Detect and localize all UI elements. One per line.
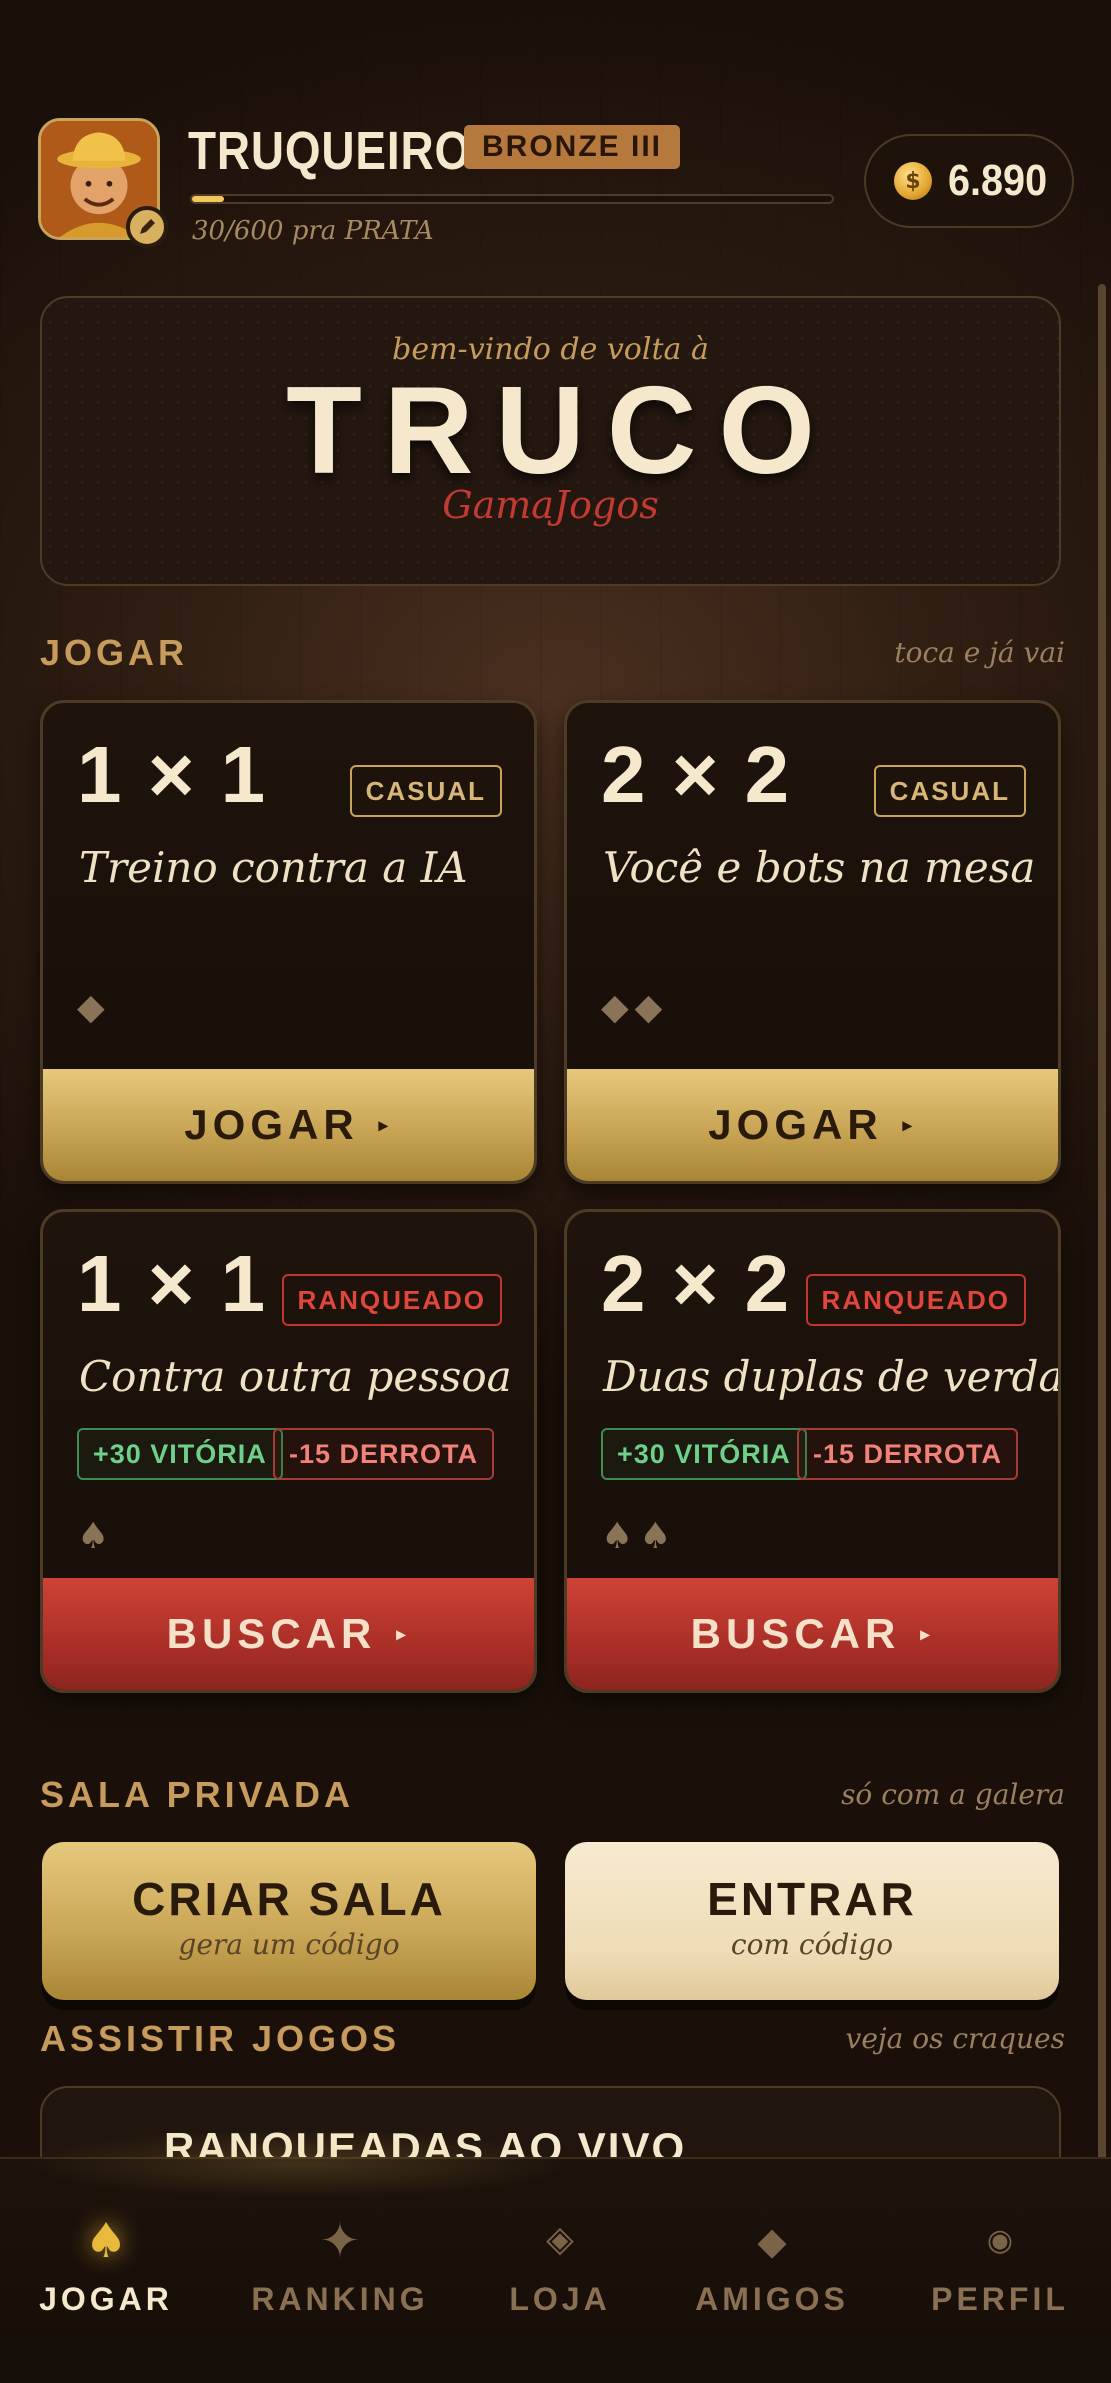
join-room-title: ENTRAR: [707, 1873, 917, 1925]
create-room-title: CRIAR SALA: [132, 1873, 446, 1925]
spade-icon: ♠: [77, 1516, 116, 1557]
loss-points-badge: -15 DERROTA: [273, 1428, 495, 1480]
mode-tag: CASUAL: [873, 765, 1026, 817]
nav-item-amigos[interactable]: ◆ AMIGOS: [672, 2159, 872, 2383]
xp-progress-bar: [190, 194, 834, 204]
diamond-icon: ◆: [757, 2219, 787, 2263]
section-title-play: JOGAR: [40, 632, 189, 673]
mode-card-2v2-casual: 2 × 2 CASUAL Você e bots na mesa ◆◆ JOGA…: [564, 700, 1061, 1184]
loss-points-badge: -15 DERROTA: [797, 1428, 1019, 1480]
create-room-subtitle: gera um código: [178, 1928, 400, 1961]
nav-item-jogar[interactable]: ♠ JOGAR: [6, 2159, 206, 2383]
search-button-2v2[interactable]: BUSCAR ▸: [567, 1578, 1058, 1690]
mode-format: 2 × 2: [601, 1239, 792, 1328]
create-room-button[interactable]: CRIAR SALA gera um código: [42, 1842, 536, 2000]
coin-balance[interactable]: $ 6.890: [864, 134, 1074, 228]
nav-item-ranking[interactable]: ✦ RANKING: [240, 2159, 440, 2383]
mode-tag: CASUAL: [349, 765, 502, 817]
nav-item-loja[interactable]: ◈ LOJA: [460, 2159, 660, 2383]
nav-label: RANKING: [251, 2281, 429, 2317]
mode-format: 2 × 2: [601, 730, 792, 819]
mode-description: Duas duplas de verdade: [603, 1352, 1061, 1401]
mode-format: 1 × 1: [77, 1239, 268, 1328]
circle-icon: ◉: [986, 2223, 1014, 2258]
play-button-label: JOGAR: [184, 1101, 359, 1148]
search-button-1v1[interactable]: BUSCAR ▸: [43, 1578, 534, 1690]
section-title-watch: ASSISTIR JOGOS: [40, 2018, 401, 2059]
username: TRUQUEIRO: [188, 121, 472, 181]
xp-text: 30/600 pra PRATA: [192, 216, 434, 246]
xp-progress-fill: [192, 196, 224, 202]
search-button-label: BUSCAR: [690, 1610, 901, 1657]
mode-tag: RANQUEADO: [281, 1274, 502, 1326]
win-points-badge: +30 VITÓRIA: [77, 1428, 283, 1480]
play-arrow-icon: ▸: [920, 1623, 935, 1644]
mode-tag: RANQUEADO: [805, 1274, 1026, 1326]
search-button-label: BUSCAR: [166, 1610, 377, 1657]
pencil-icon[interactable]: [126, 206, 168, 248]
nav-item-perfil[interactable]: ◉ PERFIL: [900, 2159, 1100, 2383]
hero-subtitle: GamaJogos: [442, 483, 659, 527]
bottom-nav: ♠ JOGAR ✦ RANKING ◈ LOJA ◆ AMIGOS ◉ PERF…: [0, 2129, 1111, 2383]
mode-description: Contra outra pessoa: [79, 1352, 512, 1401]
section-title-private: SALA PRIVADA: [40, 1774, 355, 1815]
hero-title: TRUCO: [286, 362, 837, 500]
nav-label: JOGAR: [39, 2281, 173, 2317]
join-room-button[interactable]: ENTRAR com código: [565, 1842, 1059, 2000]
coin-value: 6.890: [948, 156, 1048, 205]
scrollbar[interactable]: [1098, 284, 1106, 2164]
play-arrow-icon: ▸: [902, 1114, 917, 1135]
rank-badge: BRONZE III: [464, 125, 681, 169]
join-room-subtitle: com código: [730, 1928, 894, 1961]
nav-label: PERFIL: [931, 2281, 1069, 2317]
diamond-outline-icon: ◈: [546, 2219, 574, 2260]
mode-card-1v1-casual: 1 × 1 CASUAL Treino contra a IA ◆ JOGAR …: [40, 700, 537, 1184]
mode-description: Treino contra a IA: [79, 843, 468, 892]
play-button-1v1[interactable]: JOGAR ▸: [43, 1069, 534, 1181]
hero-banner: bem-vindo de volta à TRUCO GamaJogos: [40, 296, 1061, 586]
section-hint-play: toca e já vai: [894, 636, 1065, 669]
mode-description: Você e bots na mesa: [603, 843, 1036, 892]
mode-card-1v1-ranked: 1 × 1 RANQUEADO Contra outra pessoa +30 …: [40, 1209, 537, 1693]
spade-icon: ♠: [84, 2213, 128, 2269]
diamond-icon: ◆: [77, 987, 111, 1028]
mode-card-2v2-ranked: 2 × 2 RANQUEADO Duas duplas de verdade +…: [564, 1209, 1061, 1693]
play-arrow-icon: ▸: [378, 1114, 393, 1135]
diamond-icon: ◆◆: [601, 987, 669, 1028]
play-button-label: JOGAR: [708, 1101, 883, 1148]
nav-label: LOJA: [509, 2281, 611, 2317]
star-icon: ✦: [319, 2213, 361, 2269]
mode-format: 1 × 1: [77, 730, 268, 819]
coin-icon: $: [894, 162, 932, 200]
play-button-2v2[interactable]: JOGAR ▸: [567, 1069, 1058, 1181]
section-hint-watch: veja os craques: [845, 2022, 1065, 2055]
section-hint-private: só com a galera: [841, 1778, 1065, 1811]
win-points-badge: +30 VITÓRIA: [601, 1428, 807, 1480]
nav-label: AMIGOS: [695, 2281, 849, 2317]
profile-header: TRUQUEIRO BRONZE III 30/600 pra PRATA $ …: [38, 118, 1074, 248]
spade-icon: ♠♠: [601, 1516, 678, 1557]
play-arrow-icon: ▸: [396, 1623, 411, 1644]
